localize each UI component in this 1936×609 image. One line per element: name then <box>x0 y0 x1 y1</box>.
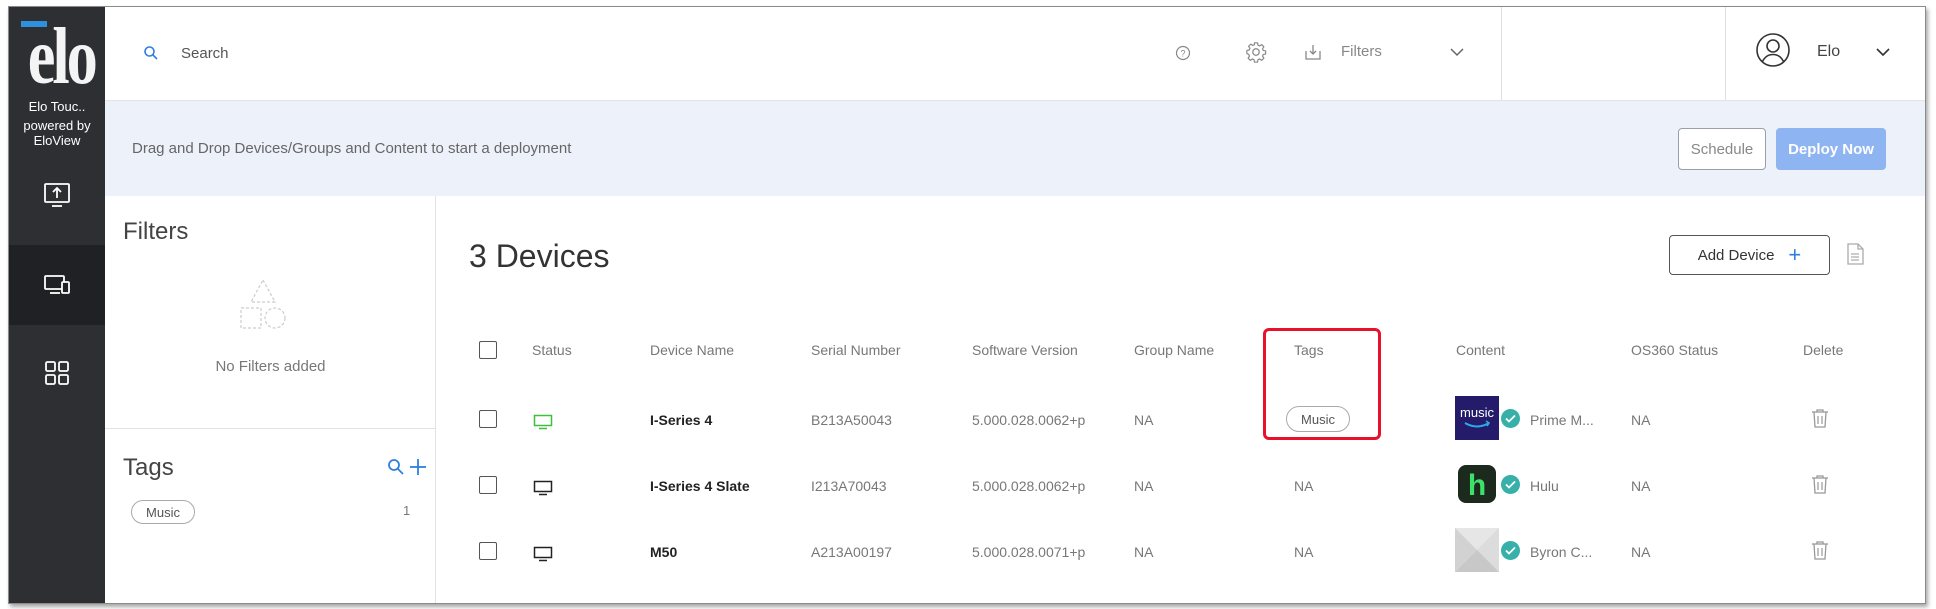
software-version: 5.000.028.0071+p <box>972 544 1086 560</box>
top-bar: Search ? Filters Elo <box>105 7 1925 101</box>
select-all-checkbox[interactable] <box>479 341 497 359</box>
serial-number: A213A00197 <box>811 544 892 560</box>
column-header-os360-status[interactable]: OS360 Status <box>1631 342 1718 358</box>
serial-number: B213A50043 <box>811 412 892 428</box>
device-offline-icon <box>533 546 553 562</box>
serial-number: I213A70043 <box>811 478 887 494</box>
logo-accent-bar <box>21 21 47 27</box>
group-name: NA <box>1134 544 1154 560</box>
column-header-software-version[interactable]: Software Version <box>972 342 1078 358</box>
tags-highlight-box <box>1263 328 1381 440</box>
row-checkbox[interactable] <box>479 542 497 560</box>
help-icon[interactable]: ? <box>1175 45 1191 61</box>
page-title: 3 Devices <box>469 238 610 274</box>
filters-dropdown[interactable]: Filters <box>1341 43 1382 60</box>
device-name[interactable]: M50 <box>650 544 677 560</box>
column-header-status[interactable]: Status <box>532 342 572 358</box>
column-header-device-name[interactable]: Device Name <box>650 342 734 358</box>
tag-chip-music[interactable]: Music <box>131 500 195 524</box>
org-name: Elo Touc.. <box>28 99 86 114</box>
device-offline-icon <box>533 480 553 496</box>
powered-by-text: powered by EloView <box>23 118 91 148</box>
topbar-divider <box>1501 7 1502 101</box>
apps-grid-icon <box>45 361 69 385</box>
device-online-icon <box>533 414 553 430</box>
nav-deploy[interactable] <box>9 155 105 235</box>
plus-icon: + <box>1788 242 1802 267</box>
os360-status: NA <box>1631 478 1651 494</box>
group-name: NA <box>1134 412 1154 428</box>
image-placeholder-icon <box>1455 528 1499 572</box>
search-icon[interactable] <box>143 45 159 61</box>
no-filters-text: No Filters added <box>215 358 326 375</box>
content-name[interactable]: Byron C... <box>1530 544 1592 560</box>
check-icon <box>1501 541 1520 560</box>
chevron-down-icon[interactable] <box>1875 47 1891 57</box>
app-window: elo Elo Touc.. powered by EloView Search… <box>8 6 1926 604</box>
user-avatar-icon[interactable] <box>1755 32 1791 68</box>
tags-value: NA <box>1294 544 1314 560</box>
sidebar: elo Elo Touc.. powered by EloView <box>9 7 105 603</box>
topbar-divider <box>1725 7 1726 101</box>
os360-status: NA <box>1631 544 1651 560</box>
filters-title: Filters <box>123 218 189 245</box>
add-icon[interactable] <box>409 458 427 476</box>
upload-icon <box>44 183 70 207</box>
add-device-button[interactable]: Add Device + <box>1669 235 1830 275</box>
content-name[interactable]: Hulu <box>1530 478 1559 494</box>
trash-icon[interactable] <box>1811 408 1829 428</box>
nav-devices[interactable] <box>9 245 105 325</box>
deploy-instructions: Drag and Drop Devices/Groups and Content… <box>132 140 572 157</box>
add-device-label: Add Device <box>1697 246 1775 264</box>
os360-status: NA <box>1631 412 1651 428</box>
content-icon-text: music <box>1460 405 1494 420</box>
tags-value: NA <box>1294 478 1314 494</box>
gear-icon[interactable] <box>1245 41 1267 63</box>
software-version: 5.000.028.0062+p <box>972 478 1086 494</box>
hulu-icon: h <box>1455 462 1499 506</box>
content-name[interactable]: Prime M... <box>1530 412 1594 428</box>
content-icon-text: h <box>1468 469 1486 502</box>
deploy-banner: Drag and Drop Devices/Groups and Content… <box>105 101 1925 196</box>
devices-icon <box>44 275 70 294</box>
device-name[interactable]: I-Series 4 <box>650 412 712 428</box>
elo-logo: elo <box>15 13 99 101</box>
document-icon[interactable] <box>1846 243 1864 265</box>
search-input[interactable]: Search <box>181 45 229 62</box>
trash-icon[interactable] <box>1811 540 1829 560</box>
column-header-content[interactable]: Content <box>1456 342 1505 358</box>
search-icon[interactable] <box>387 458 405 476</box>
check-icon <box>1501 475 1520 494</box>
column-header-delete: Delete <box>1803 342 1844 358</box>
logo-text: elo <box>27 13 98 101</box>
device-name[interactable]: I-Series 4 Slate <box>650 478 750 494</box>
column-header-serial-number[interactable]: Serial Number <box>811 342 900 358</box>
devices-main: 3 Devices Add Device + Status Device Nam… <box>437 196 1925 603</box>
panel-divider <box>105 428 436 429</box>
user-name[interactable]: Elo <box>1817 43 1840 61</box>
svg-text:?: ? <box>1180 49 1185 59</box>
column-header-group-name[interactable]: Group Name <box>1134 342 1214 358</box>
check-icon <box>1501 409 1520 428</box>
tag-count: 1 <box>403 503 411 518</box>
trash-icon[interactable] <box>1811 474 1829 494</box>
deploy-now-button[interactable]: Deploy Now <box>1776 128 1886 170</box>
software-version: 5.000.028.0062+p <box>972 412 1086 428</box>
chevron-down-icon[interactable] <box>1449 47 1465 57</box>
amazon-music-icon: music <box>1455 396 1499 440</box>
filters-panel: Filters No Filters added Tags Music 1 <box>105 196 436 603</box>
row-checkbox[interactable] <box>479 410 497 428</box>
schedule-button[interactable]: Schedule <box>1678 128 1766 170</box>
empty-shapes-icon <box>240 278 286 329</box>
tags-title: Tags <box>123 454 174 481</box>
group-name: NA <box>1134 478 1154 494</box>
download-icon[interactable] <box>1304 43 1322 61</box>
row-checkbox[interactable] <box>479 476 497 494</box>
nav-apps[interactable] <box>9 333 105 413</box>
